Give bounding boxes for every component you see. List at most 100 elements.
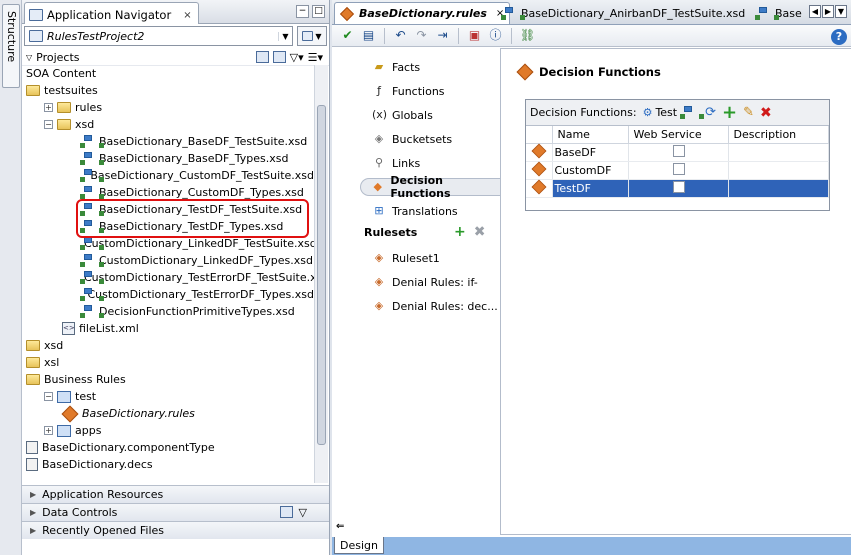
description-cell[interactable]: [728, 143, 829, 162]
accordion-application-resources[interactable]: ▶ Application Resources: [22, 485, 329, 503]
tree-item[interactable]: SOA Content: [22, 65, 314, 82]
tree-item[interactable]: Business Rules: [22, 371, 314, 388]
nav-item[interactable]: ⚲ Links: [372, 154, 420, 172]
project-selector[interactable]: RulesTestProject2 ▼: [24, 26, 293, 46]
delete-icon[interactable]: ✖: [760, 105, 772, 121]
refresh-icon[interactable]: ⟳: [705, 105, 716, 120]
scrollbar-thumb[interactable]: [317, 105, 326, 445]
collapse-arrow-icon[interactable]: ▽: [26, 53, 32, 62]
link-dictionary-icon[interactable]: ⛓: [520, 28, 535, 43]
tab-base[interactable]: Base: [750, 2, 807, 24]
expand-icon[interactable]: +: [44, 103, 53, 112]
collapse-panel-icon[interactable]: ⇐: [336, 521, 344, 532]
sort-icon[interactable]: ☰▾: [308, 51, 323, 64]
tree-item[interactable]: BaseDictionary.componentType: [22, 439, 314, 456]
test-button[interactable]: ⚙ Test: [643, 106, 705, 119]
validate-check-icon[interactable]: ✔: [340, 28, 355, 43]
ruleset-item[interactable]: ◈ Ruleset1: [372, 249, 440, 267]
tree-item[interactable]: − xsd: [22, 116, 314, 133]
tree-scrollbar[interactable]: [314, 65, 328, 483]
tree-item[interactable]: − test: [22, 388, 314, 405]
export-icon[interactable]: ⇥: [435, 28, 450, 43]
tree-item[interactable]: BaseDictionary.decs: [22, 456, 314, 473]
column-header-description[interactable]: Description: [728, 126, 829, 144]
web-service-checkbox[interactable]: [673, 162, 685, 175]
ruleset-item[interactable]: ◈ Denial Rules: if-: [372, 273, 478, 291]
description-cell[interactable]: [728, 179, 829, 198]
redo-icon[interactable]: ↷: [414, 28, 429, 43]
accordion-recent-files[interactable]: ▶ Recently Opened Files: [22, 521, 329, 539]
links-icon: ⚲: [374, 156, 384, 169]
nav-item[interactable]: (x) Globals: [372, 106, 433, 124]
table-row[interactable]: CustomDF: [526, 161, 829, 180]
tab-basedictionary-rules[interactable]: BaseDictionary.rules ×: [334, 2, 511, 24]
close-icon[interactable]: ×: [183, 10, 191, 21]
description-cell[interactable]: [728, 161, 829, 180]
tab-prev-icon[interactable]: ◀: [809, 5, 821, 18]
column-header-web-service[interactable]: Web Service: [628, 126, 729, 144]
refresh-icon[interactable]: [272, 51, 286, 63]
tree-item[interactable]: + rules: [22, 99, 314, 116]
add-icon[interactable]: +: [722, 103, 737, 121]
minimize-button[interactable]: −: [296, 5, 309, 18]
web-service-checkbox[interactable]: [673, 180, 685, 193]
expand-icon[interactable]: +: [44, 426, 53, 435]
tree-item[interactable]: xsd: [22, 337, 314, 354]
filter-icon[interactable]: ▽: [299, 506, 307, 519]
tab-anirban-testsuite[interactable]: BaseDictionary_AnirbanDF_TestSuite.xsd: [496, 2, 750, 24]
nav-item[interactable]: ▰ Facts: [372, 58, 420, 76]
collapse-icon[interactable]: −: [44, 120, 53, 129]
tree-item[interactable]: <> fileList.xml: [22, 320, 314, 337]
table-row[interactable]: BaseDF: [526, 143, 829, 162]
add-ruleset-icon[interactable]: +: [454, 224, 466, 240]
tree-item[interactable]: xsl: [22, 354, 314, 371]
report-icon[interactable]: ▣: [467, 28, 482, 43]
tree-item[interactable]: CustomDictionary_LinkedDF_Types.xsd: [22, 252, 314, 269]
nav-item[interactable]: ƒ Functions: [372, 82, 444, 100]
tree-item[interactable]: testsuites: [22, 82, 314, 99]
help-icon[interactable]: ?: [831, 29, 847, 45]
tree-item-label: testsuites: [44, 84, 98, 97]
nav-item[interactable]: ◆ Decision Functions: [360, 174, 502, 200]
xsd-file-icon: [80, 135, 104, 148]
column-header-name[interactable]: Name: [552, 126, 629, 144]
delete-ruleset-icon[interactable]: ✖: [474, 224, 486, 240]
filter-icon[interactable]: ▽▾: [290, 51, 304, 64]
table-row[interactable]: TestDF: [526, 179, 829, 198]
tree-item[interactable]: BaseDictionary_BaseDF_Types.xsd: [22, 150, 314, 167]
maximize-button[interactable]: □: [312, 5, 325, 18]
tree-item[interactable]: DecisionFunctionPrimitiveTypes.xsd: [22, 303, 314, 320]
edit-pencil-icon[interactable]: ✎: [743, 105, 754, 120]
accordion-data-controls[interactable]: ▶ Data Controls ▽: [22, 503, 329, 521]
name-cell[interactable]: BaseDF: [552, 143, 629, 162]
undo-icon[interactable]: ↶: [393, 28, 408, 43]
projects-header[interactable]: ▽ Projects ▽▾ ☰▾: [22, 50, 329, 66]
project-name: RulesTestProject2: [47, 29, 145, 43]
tree-item[interactable]: + apps: [22, 422, 314, 439]
tree-item[interactable]: BaseDictionary_BaseDF_TestSuite.xsd: [22, 133, 314, 150]
web-service-checkbox[interactable]: [673, 144, 685, 157]
search-icon[interactable]: [255, 51, 269, 63]
nav-item[interactable]: ⊞ Translations: [372, 202, 457, 220]
tab-next-icon[interactable]: ▶: [822, 5, 834, 18]
tree-item-label: DecisionFunctionPrimitiveTypes.xsd: [99, 305, 295, 318]
xsd-file-icon: [80, 186, 104, 199]
project-menu-button[interactable]: ▼: [297, 26, 327, 46]
name-cell[interactable]: CustomDF: [552, 161, 629, 180]
ruleset-item[interactable]: ◈ Denial Rules: dec...: [372, 297, 498, 315]
info-icon[interactable]: ⓘ: [488, 28, 503, 43]
chevron-down-icon[interactable]: ▼: [278, 31, 292, 41]
tree-item[interactable]: BaseDictionary.rules: [22, 405, 314, 422]
tree-item[interactable]: CustomDictionary_TestErrorDF_Types.xsd: [22, 286, 314, 303]
refresh-icon[interactable]: [279, 506, 293, 518]
nav-item[interactable]: ◈ Bucketsets: [372, 130, 452, 148]
book-icon[interactable]: ▤: [361, 28, 376, 43]
name-cell[interactable]: TestDF: [552, 179, 629, 198]
structure-tab[interactable]: Structure: [2, 4, 20, 88]
tree-item[interactable]: CustomDictionary_TestErrorDF_TestSuite.x: [22, 269, 314, 286]
collapse-icon[interactable]: −: [44, 392, 53, 401]
tab-design[interactable]: Design: [334, 537, 384, 554]
tab-application-navigator[interactable]: Application Navigator ×: [24, 2, 199, 24]
tree-item[interactable]: BaseDictionary_CustomDF_TestSuite.xsd: [22, 167, 314, 184]
tab-list-icon[interactable]: ▼: [835, 5, 847, 18]
